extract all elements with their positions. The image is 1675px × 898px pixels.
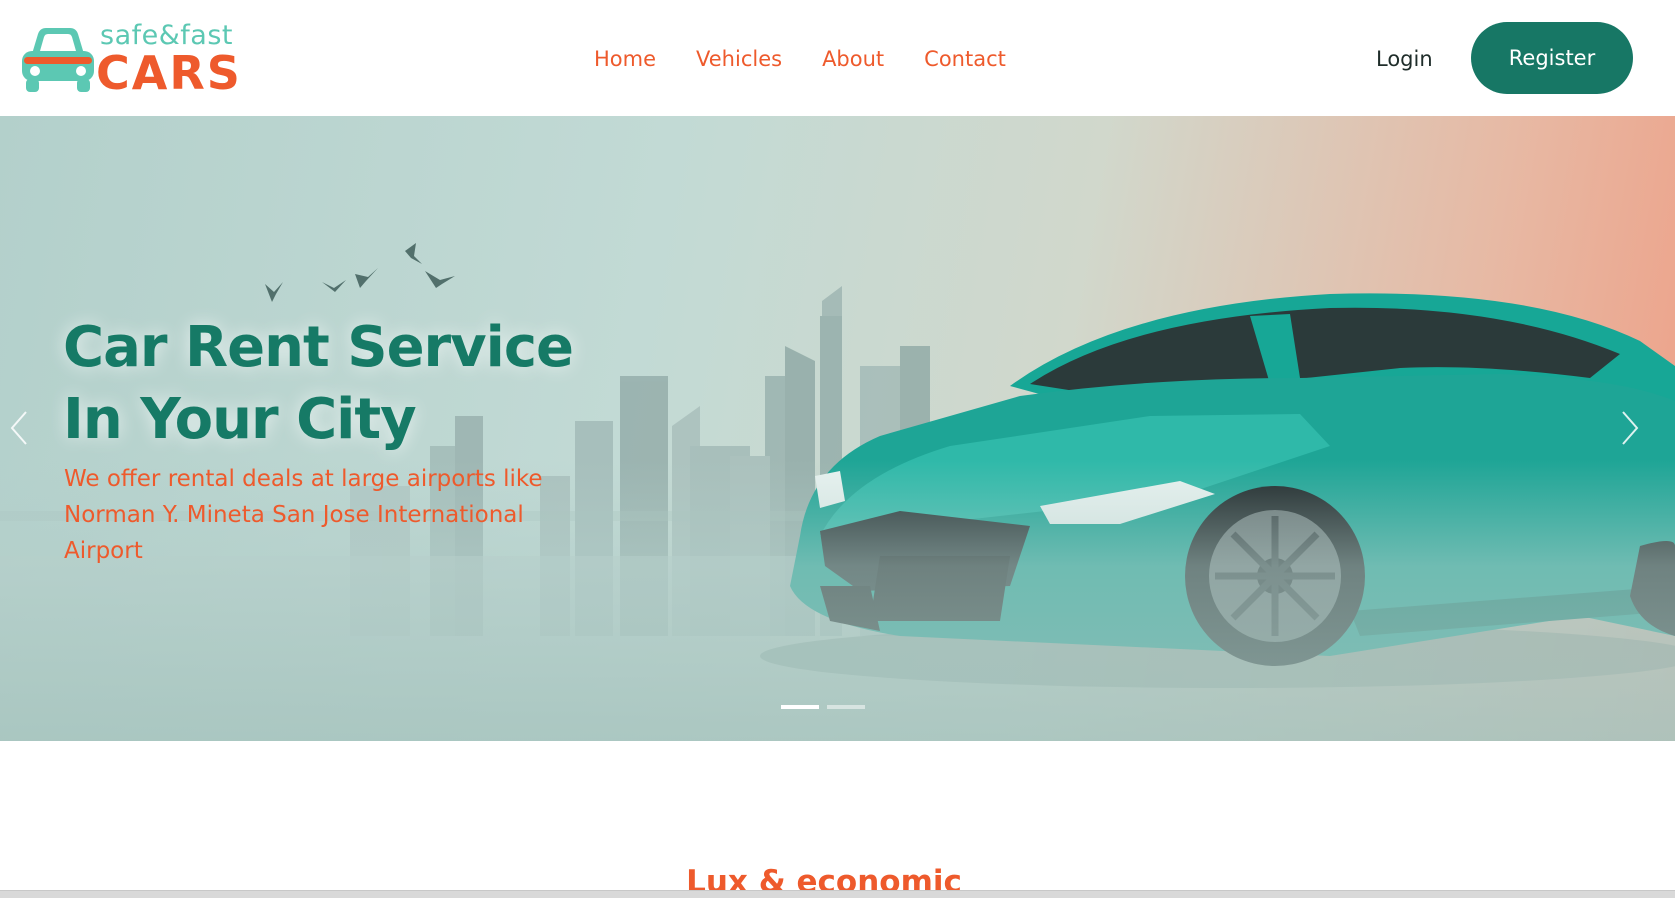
- nav-vehicles[interactable]: Vehicles: [696, 44, 782, 74]
- nav-about[interactable]: About: [822, 44, 884, 74]
- chevron-left-icon: [10, 411, 27, 445]
- chevron-right-icon: [1622, 411, 1639, 445]
- hero-carousel: Car Rent Service In Your City We offer r…: [0, 116, 1675, 741]
- main-nav: Home Vehicles About Contact: [594, 44, 1046, 74]
- nav-contact[interactable]: Contact: [924, 44, 1006, 74]
- nav-home[interactable]: Home: [594, 44, 656, 74]
- login-link[interactable]: Login: [1376, 44, 1433, 74]
- carousel-next-button[interactable]: [1615, 406, 1645, 450]
- register-button[interactable]: Register: [1471, 22, 1633, 94]
- carousel-indicator-2[interactable]: [827, 705, 865, 709]
- brand-logo[interactable]: safe&fast CARS: [18, 20, 248, 100]
- hero-title-line-1: Car Rent Service: [63, 315, 574, 380]
- site-header: safe&fast CARS Home Vehicles About Conta…: [0, 0, 1675, 116]
- carousel-indicator-1[interactable]: [781, 705, 819, 709]
- horizontal-scrollbar[interactable]: [0, 890, 1675, 898]
- car-icon: [22, 28, 94, 92]
- carousel-prev-button[interactable]: [4, 406, 34, 450]
- hero-title-line-2: In Your City: [63, 387, 417, 452]
- carousel-indicators: [781, 705, 873, 709]
- brand-name: CARS: [96, 46, 242, 100]
- hero-subtitle: We offer rental deals at large airports …: [64, 466, 543, 564]
- hero-title: Car Rent Service In Your City: [63, 312, 703, 456]
